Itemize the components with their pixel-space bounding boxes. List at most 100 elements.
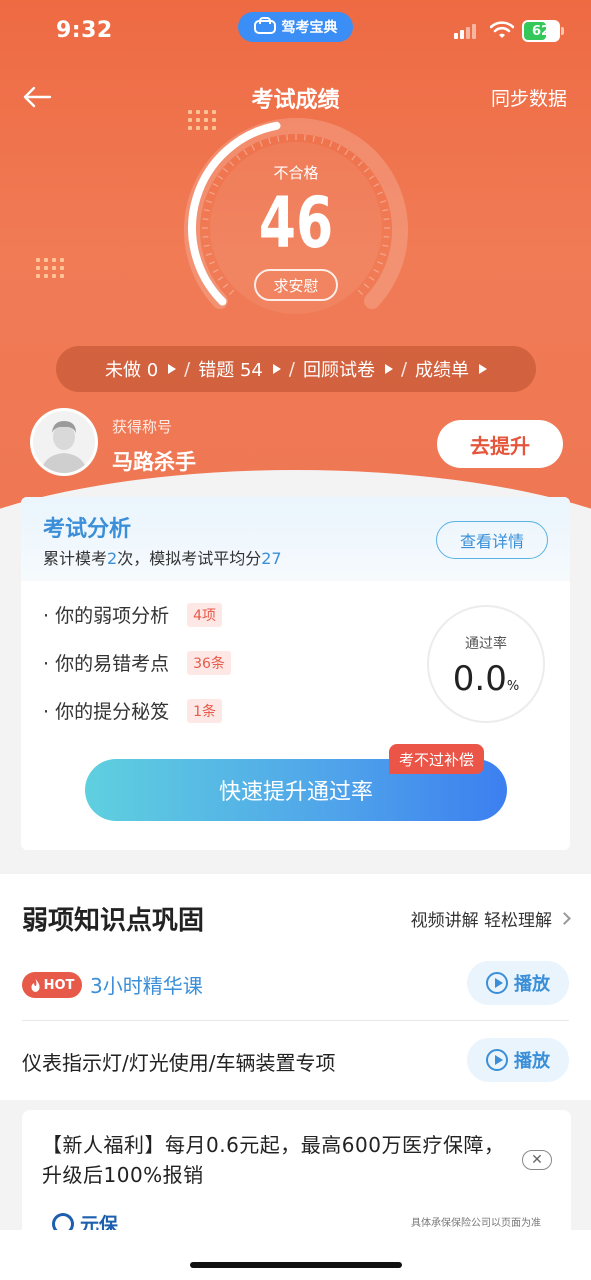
triangle-right-icon	[272, 364, 281, 374]
avatar-person-icon	[33, 411, 95, 473]
pass-rate-number: 0.0	[452, 659, 507, 699]
card-header: 考试分析 累计模考2次，模拟考试平均分27 查看详情	[21, 497, 570, 581]
flame-icon	[31, 978, 40, 992]
wifi-icon	[490, 21, 514, 38]
separator: /	[400, 358, 408, 380]
quick-link-review[interactable]: 回顾试卷	[303, 356, 393, 382]
nav-bar: 考试成绩 同步数据	[0, 72, 591, 122]
ad-banner[interactable]: 【新人福利】每月0.6元起，最高600万医疗保障，升级后100%报销 ✕ 元保 …	[22, 1110, 571, 1240]
course-row[interactable]: 仪表指示灯/灯光使用/车辆装置专项 播放	[0, 1029, 591, 1093]
gauge-tick	[320, 137, 324, 144]
item-label: · 你的易错考点	[43, 653, 170, 675]
pass-rate-value: 0.0%	[429, 659, 543, 699]
battery-level: 62	[531, 23, 551, 39]
hot-label: HOT	[43, 977, 75, 993]
gauge-tick	[363, 283, 370, 289]
quick-link-label: 错题 54	[198, 360, 263, 381]
signal-icon	[454, 24, 476, 39]
gauge-tick	[368, 276, 375, 281]
quick-link-unanswered[interactable]: 未做 0	[104, 356, 177, 382]
home-indicator[interactable]	[190, 1262, 402, 1268]
separator: /	[288, 358, 295, 380]
play-label: 播放	[514, 1051, 550, 1072]
gauge-tick	[268, 137, 272, 144]
pass-rate-label: 通过率	[465, 636, 507, 652]
grade-label: 不合格	[273, 164, 319, 182]
play-button[interactable]: 播放	[467, 961, 569, 1005]
status-time: 9:32	[56, 18, 113, 43]
gauge-tick	[373, 268, 380, 273]
quick-link-wrong[interactable]: 错题 54	[198, 356, 281, 382]
average-score: 27	[261, 549, 282, 568]
triangle-right-icon	[479, 364, 488, 374]
divider	[22, 1020, 569, 1021]
section-title: 弱项知识点巩固	[22, 906, 205, 936]
decor-dots	[36, 258, 64, 278]
ad-close-button[interactable]: ✕	[522, 1150, 552, 1170]
gauge-tick	[329, 140, 333, 147]
app-indicator[interactable]: 驾考宝典	[238, 12, 353, 42]
improve-button[interactable]: 去提升	[437, 420, 563, 468]
pass-rate-unit: %	[506, 679, 520, 694]
gauge-tick	[277, 135, 280, 142]
video-explain-link[interactable]: 视频讲解 轻松理解	[411, 906, 571, 931]
ad-disclaimer: 具体承保保险公司以页面为准	[411, 1218, 541, 1229]
gauge-tick	[243, 149, 248, 156]
gauge-tick	[259, 140, 263, 147]
course-name: 3小时精华课	[90, 974, 203, 998]
exam-count: 2	[107, 549, 118, 568]
quick-link-label: 回顾试卷	[302, 360, 375, 381]
quick-links-bar: 未做 0 / 错题 54 / 回顾试卷 / 成绩单	[56, 346, 536, 392]
summary-text: 累计模考	[43, 549, 108, 568]
gauge-tick	[235, 154, 241, 161]
gauge-tick	[336, 144, 341, 151]
exam-analysis-card: 考试分析 累计模考2次，模拟考试平均分27 查看详情 · 你的弱项分析 4项 ·…	[21, 497, 570, 850]
sync-data-button[interactable]: 同步数据	[491, 84, 567, 111]
car-icon	[253, 17, 276, 34]
compensation-tag: 考不过补偿	[389, 744, 485, 774]
count-badge: 36条	[187, 650, 231, 675]
count-badge: 1条	[187, 698, 223, 723]
quick-link-label: 成绩单	[415, 360, 470, 381]
gauge-tick	[304, 134, 306, 141]
item-label: · 你的提分秘笈	[43, 701, 170, 723]
play-icon	[486, 972, 508, 994]
pass-rate-circle: 通过率 0.0%	[427, 605, 545, 723]
title-label: 获得称号	[112, 418, 173, 436]
ad-text: 【新人福利】每月0.6元起，最高600万医疗保障，升级后100%报销	[42, 1133, 505, 1187]
course-name: 仪表指示灯/灯光使用/车辆装置专项	[22, 1051, 336, 1075]
gauge-tick	[351, 154, 357, 161]
card-title: 考试分析	[43, 517, 132, 542]
play-button[interactable]: 播放	[467, 1038, 569, 1082]
gauge-tick	[312, 135, 315, 142]
status-bar: 9:32 驾考宝典 62	[0, 0, 591, 64]
chevron-right-icon	[558, 912, 571, 925]
play-label: 播放	[514, 974, 550, 995]
avatar[interactable]	[30, 408, 98, 476]
gauge-tick	[286, 134, 288, 141]
quick-link-label: 未做 0	[104, 360, 159, 381]
exam-summary: 累计模考2次，模拟考试平均分27	[43, 545, 282, 569]
weakness-analysis-item[interactable]: · 你的弱项分析 4项	[43, 601, 223, 628]
summary-text: 次，模拟考试平均分	[117, 549, 262, 568]
user-title-name: 马路杀手	[112, 450, 196, 474]
comfort-button[interactable]: 求安慰	[254, 269, 338, 301]
course-row-hot[interactable]: HOT 3小时精华课 播放	[0, 952, 591, 1016]
separator: /	[184, 358, 191, 380]
battery-icon: 62	[522, 20, 564, 42]
count-badge: 4项	[187, 602, 223, 627]
triangle-right-icon	[168, 364, 177, 374]
gauge-tick	[217, 276, 224, 281]
score-value: 46	[258, 182, 334, 264]
weak-points-section: 弱项知识点巩固 视频讲解 轻松理解 HOT 3小时精华课 播放 仪表指示灯/灯光…	[0, 874, 591, 1100]
error-points-item[interactable]: · 你的易错考点 36条	[43, 649, 231, 676]
gauge-tick	[344, 149, 349, 156]
quick-link-report[interactable]: 成绩单	[415, 356, 488, 382]
gauge-tick	[212, 268, 219, 273]
score-tips-item[interactable]: · 你的提分秘笈 1条	[43, 697, 223, 724]
triangle-right-icon	[384, 364, 393, 374]
view-details-button[interactable]: 查看详情	[436, 521, 548, 559]
item-label: · 你的弱项分析	[43, 605, 170, 627]
play-icon	[486, 1049, 508, 1071]
score-gauge: 不合格 46 求安慰	[178, 118, 414, 318]
